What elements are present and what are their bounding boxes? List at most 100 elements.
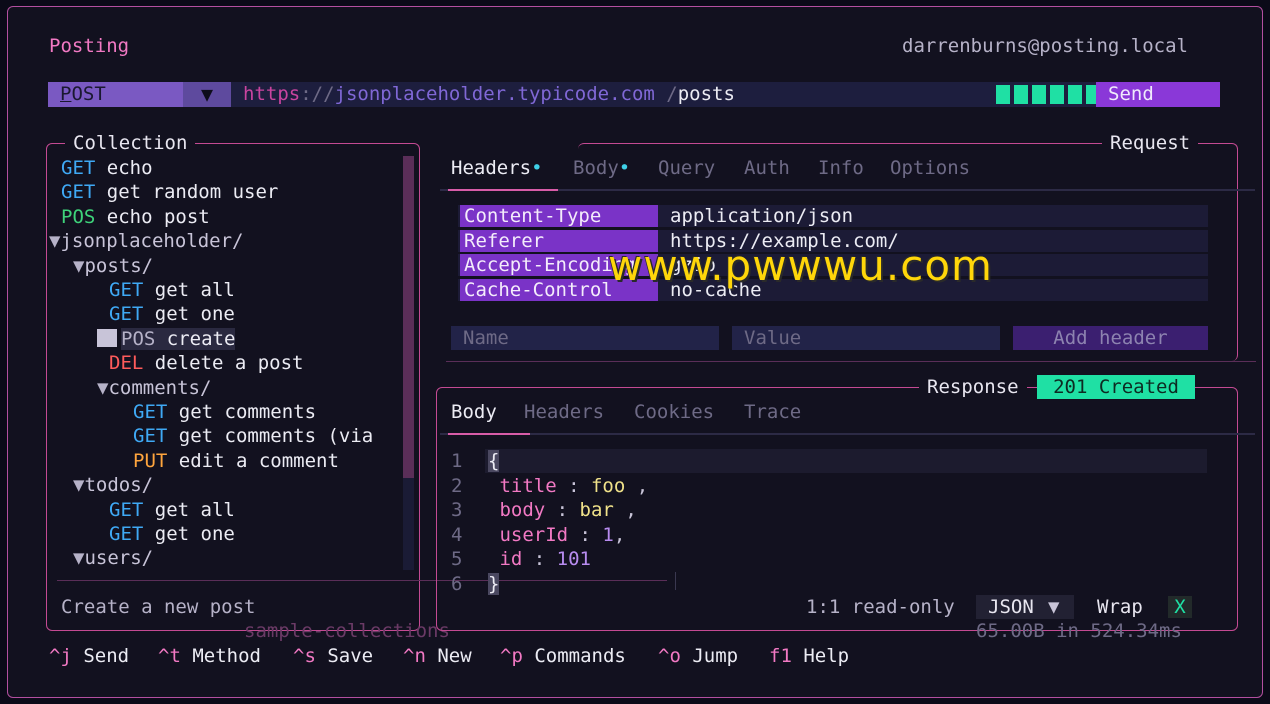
code-line: 2 title : foo , <box>451 474 649 497</box>
request-name: get comments <box>178 401 317 423</box>
method-badge: GET <box>109 498 144 521</box>
tab-headers[interactable]: Headers• <box>451 156 543 180</box>
collection-title: Collection <box>65 131 196 155</box>
progress-block <box>1050 85 1064 104</box>
tab-response-headers[interactable]: Headers <box>524 400 604 424</box>
chevron-down-icon: ▼ <box>73 474 85 497</box>
tree-request[interactable]: GET get random user <box>61 180 278 204</box>
method-badge: POS <box>61 205 96 228</box>
tab-query[interactable]: Query <box>658 156 715 180</box>
header-value: application/json <box>670 205 854 227</box>
modified-dot-icon: • <box>531 157 543 179</box>
modified-dot-icon: • <box>618 157 631 179</box>
collection-scrollbar-thumb[interactable] <box>403 156 414 478</box>
watermark: www.pwwwu.com <box>608 241 993 290</box>
tree-folder[interactable]: ▼todos/ <box>73 473 153 497</box>
tab-info[interactable]: Info <box>818 156 864 180</box>
code-line: 6} <box>451 572 500 595</box>
send-button[interactable]: Send <box>1096 82 1220 107</box>
response-title: Response <box>919 375 1027 399</box>
app-title: Posting <box>49 35 130 57</box>
cursor-position: 1:1 read-only <box>806 596 955 618</box>
tree-request[interactable]: GET get comments <box>133 400 316 424</box>
wrap-checkbox[interactable]: X <box>1168 596 1192 618</box>
selection-marker-icon <box>97 328 117 347</box>
collection-description: Create a new post <box>61 596 256 618</box>
code-line: 3 body : bar , <box>451 499 637 521</box>
tree-request[interactable]: GET get comments (via <box>133 424 373 448</box>
folder-name: jsonplaceholder/ <box>60 230 244 253</box>
header-key: Content-Type <box>460 205 658 227</box>
method-badge: GET <box>109 279 144 301</box>
collection-name: sample-collections <box>244 620 450 642</box>
method-badge: GET <box>109 523 144 545</box>
folder-name: todos/ <box>84 474 154 497</box>
format-select[interactable]: JSON ▼ <box>976 595 1074 619</box>
method-badge: GET <box>109 303 144 326</box>
chevron-down-icon: ▼ <box>49 230 61 253</box>
tree-request[interactable]: GET get one <box>109 302 235 326</box>
tree-request[interactable]: GET get all <box>109 498 235 522</box>
tab-response-body[interactable]: Body <box>451 400 497 424</box>
tree-request[interactable]: POS create <box>97 327 236 351</box>
method-badge: GET <box>61 181 96 204</box>
progress-block <box>1068 85 1082 104</box>
header-name-input[interactable]: Name <box>451 326 719 350</box>
active-tab-underline <box>448 189 558 191</box>
keybinding-method[interactable]: ^t Method <box>158 644 261 668</box>
chevron-down-icon: ▼ <box>73 547 85 570</box>
cursor-line <box>485 449 1207 473</box>
chevron-down-icon: ▼ <box>97 376 109 399</box>
tab-options[interactable]: Options <box>890 156 970 180</box>
request-name: get random user <box>106 181 279 204</box>
tree-request[interactable]: POS echo post <box>61 205 210 229</box>
tab-divider <box>440 433 1255 435</box>
progress-block <box>1014 85 1028 104</box>
method-badge: PUT <box>133 449 168 472</box>
active-tab-underline <box>448 433 530 435</box>
keybinding-jump[interactable]: ^o Jump <box>658 644 738 668</box>
tree-request[interactable]: PUT edit a comment <box>133 449 339 473</box>
request-title: Request <box>1102 131 1199 155</box>
keybinding-help[interactable]: f1 Help <box>769 644 849 668</box>
tab-response-cookies[interactable]: Cookies <box>634 400 714 424</box>
request-name: echo <box>106 157 153 179</box>
request-name: get one <box>154 523 235 545</box>
tree-folder[interactable]: ▼comments/ <box>97 376 211 400</box>
tree-request[interactable]: DEL delete a post <box>109 351 304 375</box>
method-select[interactable]: POST <box>48 82 183 107</box>
progress-block <box>1032 85 1046 104</box>
chevron-down-icon: ▼ <box>1048 596 1060 618</box>
request-name: edit a comment <box>178 449 339 472</box>
header-value-input[interactable]: Value <box>732 326 1000 350</box>
tab-auth[interactable]: Auth <box>744 156 790 180</box>
keybinding-save[interactable]: ^s Save <box>293 644 373 668</box>
keybinding-commands[interactable]: ^p Commands <box>500 644 626 668</box>
url-bar: POST ▼ https://jsonplaceholder.typicode.… <box>48 82 1220 107</box>
keybinding-send[interactable]: ^j Send <box>49 644 129 668</box>
tree-request[interactable]: GET get all <box>109 278 235 302</box>
folder-name: posts/ <box>84 254 154 277</box>
url-input[interactable]: https://jsonplaceholder.typicode.com /po… <box>243 82 735 107</box>
scroll-indicator <box>675 572 676 590</box>
tab-divider <box>440 189 1255 191</box>
divider <box>446 361 1256 362</box>
request-name: delete a post <box>154 352 304 375</box>
tab-response-trace[interactable]: Trace <box>744 400 801 424</box>
chevron-down-icon[interactable]: ▼ <box>183 82 231 107</box>
tree-folder[interactable]: ▼posts/ <box>73 254 153 278</box>
progress-block <box>996 85 1010 104</box>
tree-request[interactable]: GET echo <box>61 156 153 180</box>
code-line: 1{ <box>451 450 500 472</box>
add-header-button[interactable]: Add header <box>1013 326 1208 350</box>
folder-name: users/ <box>84 547 154 570</box>
chevron-down-icon: ▼ <box>73 254 85 277</box>
tree-folder[interactable]: ▼users/ <box>73 546 153 570</box>
keybinding-new[interactable]: ^n New <box>403 644 472 668</box>
request-name: echo post <box>106 205 210 228</box>
status-badge: 201 Created <box>1037 375 1195 399</box>
tree-request[interactable]: GET get one <box>109 522 235 546</box>
tab-body[interactable]: Body• <box>573 156 630 180</box>
code-line: 4 userId : 1, <box>451 523 626 546</box>
tree-folder[interactable]: ▼jsonplaceholder/ <box>49 229 243 253</box>
